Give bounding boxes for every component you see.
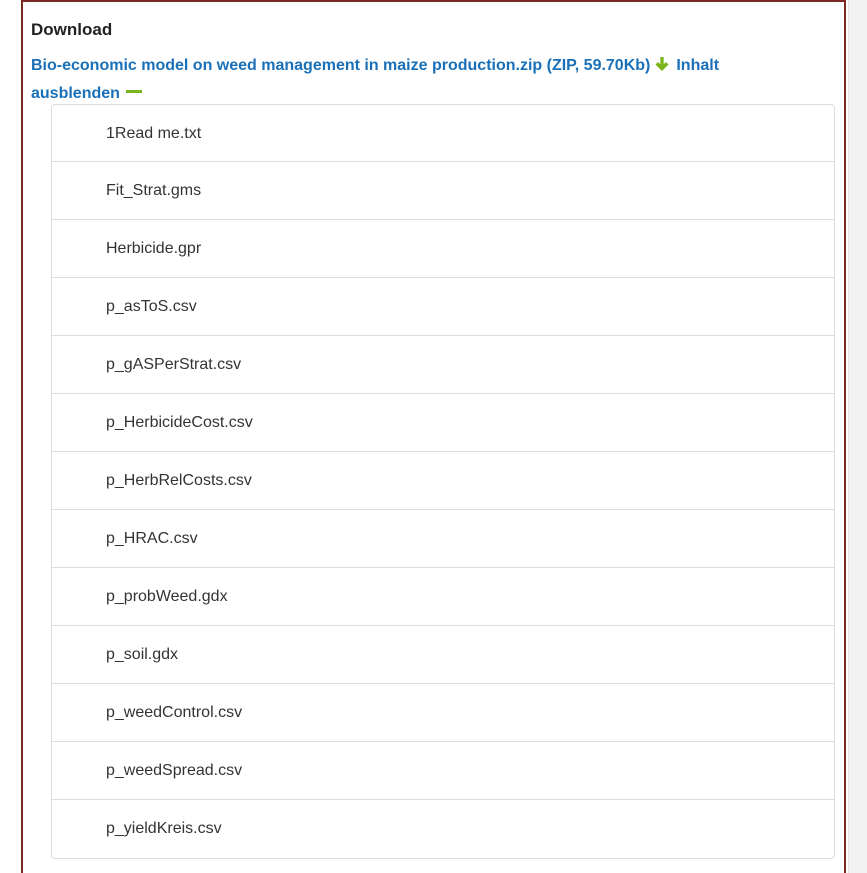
file-list-item: p_HerbicideCost.csv bbox=[52, 394, 834, 452]
file-list-item: p_HerbRelCosts.csv bbox=[52, 452, 834, 510]
minus-icon[interactable] bbox=[125, 90, 142, 93]
file-list-item: 1Read me.txt bbox=[52, 105, 834, 162]
page: Download Bio-economic model on weed mana… bbox=[0, 0, 867, 873]
file-list-item: Fit_Strat.gms bbox=[52, 162, 834, 220]
file-list-item: p_HRAC.csv bbox=[52, 510, 834, 568]
file-list-item: p_weedControl.csv bbox=[52, 684, 834, 742]
file-list-item: p_asToS.csv bbox=[52, 278, 834, 336]
download-heading: Download bbox=[31, 20, 113, 39]
file-list-item: p_yieldKreis.csv bbox=[106, 820, 222, 837]
file-list-item: Herbicide.gpr bbox=[52, 220, 834, 278]
scrollbar[interactable] bbox=[848, 0, 867, 873]
file-list: 1Read me.txt Fit_Strat.gms Herbicide.gpr p_… bbox=[51, 104, 835, 859]
download-line: Bio-economic model on weed management in… bbox=[31, 52, 791, 108]
file-list-item: p_probWeed.gdx bbox=[52, 568, 834, 626]
file-list-item: p_weedSpread.csv bbox=[52, 742, 834, 800]
zip-download-link[interactable]: Bio-economic model on weed management in… bbox=[31, 57, 650, 74]
file-list-item: p_soil.gdx bbox=[52, 626, 834, 684]
file-list-item: p_gASPerStrat.csv bbox=[52, 336, 834, 394]
download-arrow-icon[interactable] bbox=[654, 56, 670, 72]
